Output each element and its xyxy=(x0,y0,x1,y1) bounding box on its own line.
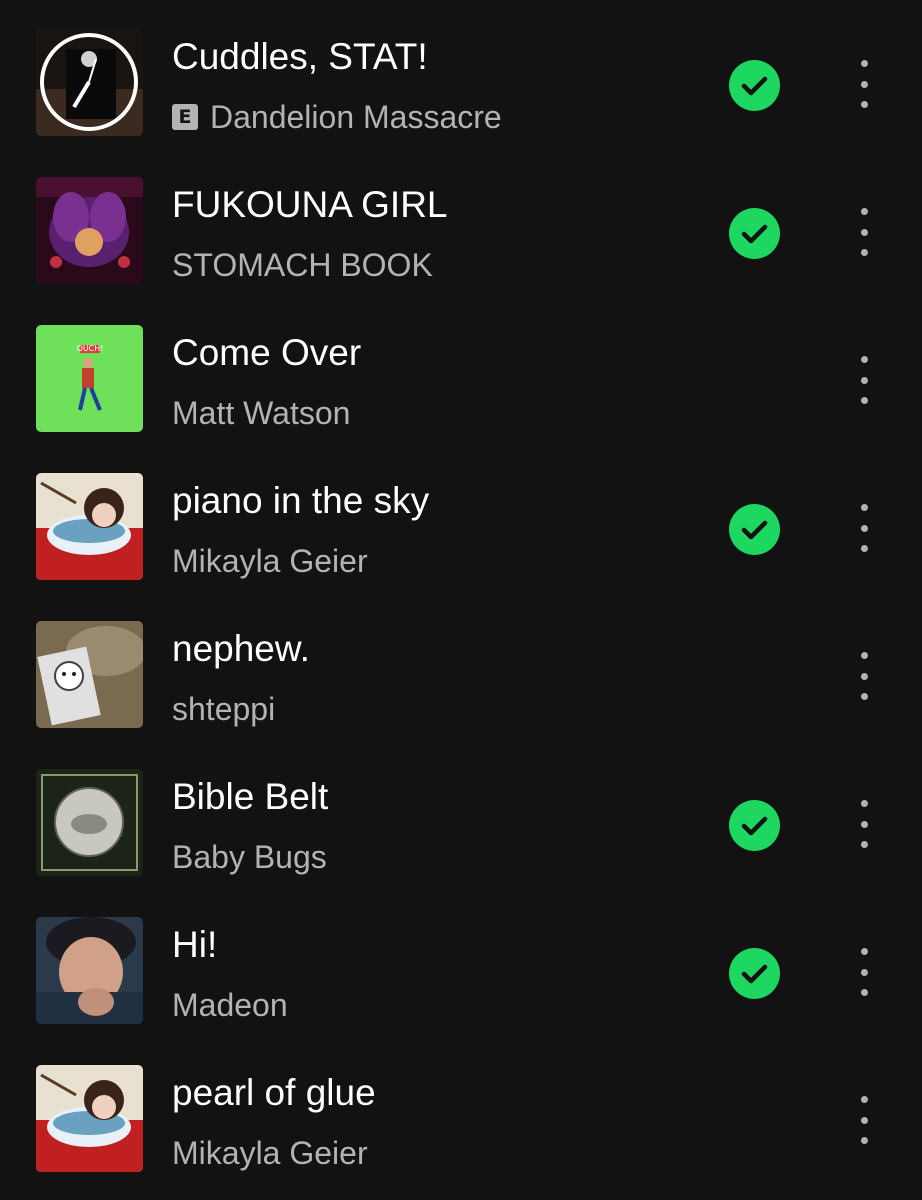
more-options-button[interactable] xyxy=(842,792,886,856)
album-art-come-over: OUCH! xyxy=(36,325,143,432)
more-vertical-icon-dot xyxy=(860,397,868,404)
track-artist[interactable]: STOMACH BOOK xyxy=(172,241,433,289)
more-vertical-icon-dot xyxy=(860,249,868,256)
more-options-button[interactable] xyxy=(842,200,886,264)
more-vertical-icon-dot xyxy=(860,101,868,108)
track-title: pearl of glue xyxy=(172,1072,376,1113)
more-vertical-icon-dot xyxy=(860,693,868,700)
track-row[interactable]: Hi! Madeon xyxy=(0,888,922,1035)
more-options-button[interactable] xyxy=(842,1088,886,1152)
more-vertical-icon xyxy=(860,504,868,511)
album-art-pearl-of-glue xyxy=(36,1065,143,1172)
track-subline: shteppi xyxy=(172,685,275,733)
track-subline: STOMACH BOOK xyxy=(172,241,433,289)
more-vertical-icon-dot xyxy=(860,376,868,384)
track-title: Bible Belt xyxy=(172,776,329,817)
track-subline: E Dandelion Massacre xyxy=(172,93,502,141)
track-row[interactable]: Bible Belt Baby Bugs xyxy=(0,740,922,887)
track-row[interactable]: FUKOUNA GIRL STOMACH BOOK xyxy=(0,148,922,295)
track-row[interactable]: Cuddles, STAT! E Dandelion Massacre xyxy=(0,0,922,147)
more-options-button[interactable] xyxy=(842,940,886,1004)
track-title: Cuddles, STAT! xyxy=(172,36,428,77)
track-list: Cuddles, STAT! E Dandelion Massacre FUKO… xyxy=(0,0,922,1200)
album-art-piano-in-the-sky xyxy=(36,473,143,580)
downloaded-check-icon xyxy=(729,504,780,555)
more-vertical-icon xyxy=(860,60,868,67)
track-title: Come Over xyxy=(172,332,362,373)
more-options-button[interactable] xyxy=(842,644,886,708)
album-art-cuddles-stat xyxy=(36,29,143,136)
more-vertical-icon-dot xyxy=(860,80,868,88)
track-title: piano in the sky xyxy=(172,480,430,521)
downloaded-check-icon xyxy=(729,948,780,999)
more-vertical-icon xyxy=(860,948,868,955)
album-art-nephew xyxy=(36,621,143,728)
more-vertical-icon-dot xyxy=(860,820,868,828)
more-vertical-icon-dot xyxy=(860,989,868,996)
more-vertical-icon xyxy=(860,652,868,659)
track-row[interactable]: piano in the sky Mikayla Geier xyxy=(0,444,922,591)
more-vertical-icon-dot xyxy=(860,841,868,848)
more-vertical-icon-dot xyxy=(860,1116,868,1124)
more-vertical-icon xyxy=(860,208,868,215)
track-title: Hi! xyxy=(172,924,218,965)
track-subline: Mikayla Geier xyxy=(172,537,368,585)
track-artist[interactable]: Madeon xyxy=(172,981,288,1029)
more-vertical-icon xyxy=(860,800,868,807)
track-title: nephew. xyxy=(172,628,310,669)
album-art-bible-belt xyxy=(36,769,143,876)
more-vertical-icon-dot xyxy=(860,1137,868,1144)
more-options-button[interactable] xyxy=(842,496,886,560)
track-artist[interactable]: Baby Bugs xyxy=(172,833,327,881)
more-vertical-icon-dot xyxy=(860,524,868,532)
track-title: FUKOUNA GIRL xyxy=(172,184,448,225)
more-vertical-icon xyxy=(860,356,868,363)
track-artist[interactable]: shteppi xyxy=(172,685,275,733)
more-vertical-icon-dot xyxy=(860,672,868,680)
more-vertical-icon-dot xyxy=(860,545,868,552)
track-subline: Madeon xyxy=(172,981,288,1029)
more-options-button[interactable] xyxy=(842,52,886,116)
album-art-fukouna-girl xyxy=(36,177,143,284)
downloaded-check-icon xyxy=(729,60,780,111)
more-vertical-icon-dot xyxy=(860,228,868,236)
downloaded-check-icon xyxy=(729,208,780,259)
track-row[interactable]: pearl of glue Mikayla Geier xyxy=(0,1036,922,1183)
cover-text: OUCH! xyxy=(77,344,104,353)
track-subline: Baby Bugs xyxy=(172,833,327,881)
more-vertical-icon-dot xyxy=(860,968,868,976)
album-art-hi xyxy=(36,917,143,1024)
track-artist[interactable]: Mikayla Geier xyxy=(172,1129,368,1177)
track-subline: Matt Watson xyxy=(172,389,350,437)
downloaded-check-icon xyxy=(729,800,780,851)
track-row[interactable]: nephew. shteppi xyxy=(0,592,922,739)
more-vertical-icon xyxy=(860,1096,868,1103)
explicit-badge: E xyxy=(172,104,198,130)
track-artist[interactable]: Dandelion Massacre xyxy=(210,93,502,141)
track-artist[interactable]: Matt Watson xyxy=(172,389,350,437)
track-subline: Mikayla Geier xyxy=(172,1129,368,1177)
track-row[interactable]: OUCH! Come Over Matt Watson xyxy=(0,296,922,443)
track-artist[interactable]: Mikayla Geier xyxy=(172,537,368,585)
more-options-button[interactable] xyxy=(842,348,886,412)
